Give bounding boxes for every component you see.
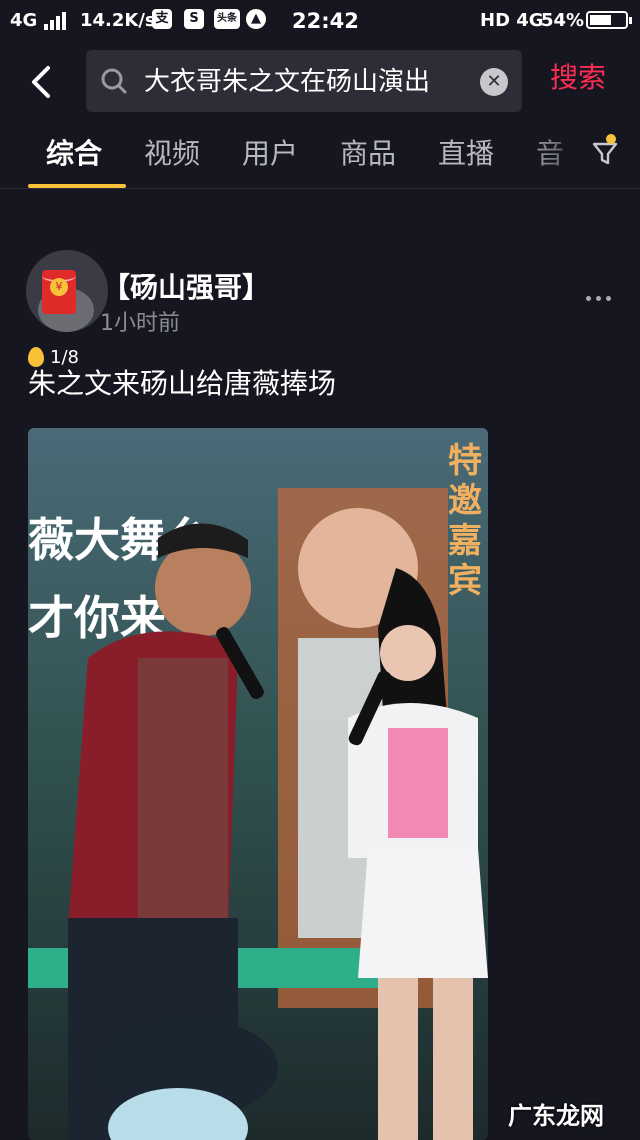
- watermark: 广东龙网: [508, 1102, 604, 1130]
- active-tab-indicator: [28, 184, 126, 188]
- network-speed: 14.2K/s: [80, 10, 156, 31]
- more-icon[interactable]: [584, 290, 614, 306]
- app-notif-icon: ▲: [246, 9, 266, 29]
- back-button[interactable]: [22, 58, 62, 106]
- hd-network: HD 4G: [480, 10, 544, 31]
- clear-icon[interactable]: ✕: [480, 68, 508, 96]
- red-packet-icon[interactable]: ¥: [42, 270, 76, 314]
- back-arrow-icon: [32, 66, 50, 98]
- post-time: 1小时前: [100, 311, 180, 336]
- network-type: 4G: [10, 10, 38, 31]
- tab-videos[interactable]: 视频: [144, 136, 200, 172]
- signal-bars-icon: [44, 10, 66, 30]
- filter-icon[interactable]: [590, 138, 620, 168]
- post-image[interactable]: 薇大舞台 才你来 特邀嘉宾: [28, 428, 488, 1140]
- toutiao-notif-icon: 头条: [214, 9, 240, 29]
- banner-vertical: 特邀嘉宾: [448, 441, 482, 601]
- clock: 22:42: [292, 9, 359, 33]
- search-icon: [101, 68, 127, 94]
- search-input[interactable]: 大衣哥朱之文在砀山演出 ✕: [86, 50, 522, 112]
- tab-comprehensive[interactable]: 综合: [46, 136, 102, 172]
- status-bar: 4G 14.2K/s 支 S 头条 ▲ 22:42 HD 4G 54%: [0, 0, 640, 44]
- tab-users[interactable]: 用户: [242, 136, 298, 172]
- battery-icon: [586, 11, 632, 29]
- tab-live[interactable]: 直播: [438, 136, 494, 172]
- alipay-notif-icon: 支: [152, 9, 172, 29]
- tab-products[interactable]: 商品: [340, 136, 396, 172]
- search-header: 大衣哥朱之文在砀山演出 ✕ 搜索: [0, 46, 640, 120]
- tab-fade: [520, 122, 600, 186]
- post-caption: 朱之文来砀山给唐薇捧场: [28, 367, 337, 400]
- search-button[interactable]: 搜索: [550, 61, 606, 95]
- post-username[interactable]: 【砀山强哥】: [102, 270, 270, 306]
- s-notif-icon: S: [184, 9, 204, 29]
- search-query[interactable]: 大衣哥朱之文在砀山演出: [144, 65, 474, 99]
- battery-percent: 54%: [541, 10, 585, 31]
- stage-photo: 薇大舞台 才你来 特邀嘉宾: [28, 428, 488, 1140]
- result-tabs: 综合 视频 用户 商品 直播 音: [0, 122, 640, 189]
- filter-badge-dot: [606, 134, 616, 144]
